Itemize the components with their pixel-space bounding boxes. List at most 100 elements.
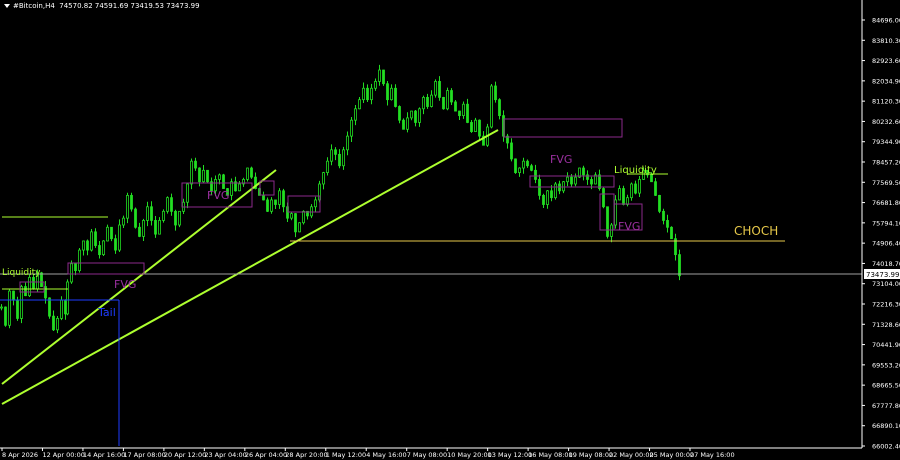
label-choch: CHOCH xyxy=(734,224,778,238)
candle-body xyxy=(322,172,325,185)
candle-body xyxy=(198,167,201,183)
candle-body xyxy=(474,119,477,132)
candle-body xyxy=(102,240,105,256)
trendline-upper xyxy=(1,169,277,385)
candle-body xyxy=(44,286,47,299)
candle-body xyxy=(82,240,85,251)
candle-body xyxy=(562,181,565,192)
drawing-objects: Tail Liquidity FVG FVG FVG FVG Liquidity… xyxy=(0,118,862,446)
candle-body xyxy=(326,160,329,173)
candle-body xyxy=(342,149,345,167)
candle-body xyxy=(270,199,273,212)
candle-body xyxy=(334,149,337,155)
y-tick-label: 71328.60 xyxy=(872,321,900,329)
candle-body xyxy=(606,206,609,237)
candle-body xyxy=(590,179,593,185)
x-tick-label: 13 May 12:00 xyxy=(488,451,533,459)
candle-body xyxy=(626,197,629,205)
candle-body xyxy=(274,199,277,205)
candle-body xyxy=(190,160,193,185)
candle-body xyxy=(202,169,205,183)
candle-body xyxy=(530,165,533,171)
y-tick-label: 75794.10 xyxy=(872,219,900,227)
candle-body xyxy=(510,142,513,160)
candle-body xyxy=(178,210,181,226)
x-tick-label: 28 Apr 20:00 xyxy=(285,451,327,459)
candle-body xyxy=(418,108,421,123)
candle-body xyxy=(522,160,525,169)
x-tick-label: 4 May 16:00 xyxy=(366,451,406,459)
candle-body xyxy=(350,119,353,137)
candle-body xyxy=(374,81,377,89)
candle-body xyxy=(310,206,313,217)
candle-body xyxy=(218,174,221,180)
y-tick-label: 66002.40 xyxy=(872,443,900,451)
candle-body xyxy=(150,206,153,221)
candle-body xyxy=(154,220,157,235)
y-tick-label: 82034.90 xyxy=(872,77,900,85)
candle-body xyxy=(78,249,81,271)
candle-body xyxy=(170,197,173,212)
y-tick-label: 78457.20 xyxy=(872,159,900,167)
dropdown-arrow-icon[interactable] xyxy=(4,4,10,8)
candle-body xyxy=(618,188,621,201)
candle-body xyxy=(146,206,149,221)
candle-body xyxy=(40,272,43,287)
candle-body xyxy=(126,194,129,219)
candle-body xyxy=(398,106,401,121)
candle-body xyxy=(446,90,449,110)
candle-body xyxy=(546,190,549,205)
candle-body xyxy=(48,297,51,317)
y-tick-label: 82923.60 xyxy=(872,57,900,65)
candle-body xyxy=(470,122,473,132)
candle-body xyxy=(20,286,23,319)
fvg-zone-4 xyxy=(259,180,275,196)
x-tick-label: 10 May 20:00 xyxy=(447,451,492,459)
candle-body xyxy=(366,87,369,101)
y-tick-label: 67777.80 xyxy=(872,402,900,410)
candle-body xyxy=(358,99,361,110)
candle-body xyxy=(166,197,169,212)
x-tick-label: 19 May 08:00 xyxy=(569,451,614,459)
candle-body xyxy=(86,240,89,251)
candle-body xyxy=(678,254,681,277)
candle-body xyxy=(4,306,7,326)
candle-body xyxy=(354,108,357,121)
candle-body xyxy=(514,158,517,173)
symbol-label: #Bitcoin,H4 xyxy=(13,2,55,10)
label-fvg-left: FVG xyxy=(114,278,136,291)
candle-body xyxy=(430,94,433,107)
candle-body xyxy=(230,181,233,196)
x-tick-label: 20 Apr 12:00 xyxy=(164,451,206,459)
ohlc-values: 74570.82 74591.69 73419.53 73473.99 xyxy=(59,2,200,10)
candle-body xyxy=(574,176,577,185)
candle-body xyxy=(314,199,317,208)
candle-body xyxy=(174,210,177,226)
y-tick-label: 73104.00 xyxy=(872,280,900,288)
candle-body xyxy=(138,226,141,237)
candle-body xyxy=(206,169,209,183)
y-tick-labels: 84696.00 83810.30 82923.60 82034.90 81120.30… xyxy=(862,17,900,451)
candle-body xyxy=(294,213,297,233)
candle-body xyxy=(414,110,417,123)
candle-body xyxy=(222,174,225,189)
candle-body xyxy=(238,183,241,192)
candle-body xyxy=(534,169,537,180)
candle-body xyxy=(330,149,333,162)
candle-body xyxy=(158,220,161,235)
candle-body xyxy=(542,194,545,205)
candle-body xyxy=(462,103,465,117)
candle-body xyxy=(74,263,77,271)
candle-body xyxy=(450,90,453,103)
y-tick-label: 69553.20 xyxy=(872,361,900,369)
candle-body xyxy=(582,167,585,176)
current-price-label: 73473.99 xyxy=(866,271,899,279)
fvg-zone-6 xyxy=(503,118,623,138)
x-tick-label: 27 May 16:00 xyxy=(690,451,735,459)
label-fvg-mid: FVG xyxy=(207,189,229,202)
candle-body xyxy=(106,226,109,242)
candle-body xyxy=(122,217,125,226)
price-chart[interactable]: Tail Liquidity FVG FVG FVG FVG Liquidity… xyxy=(0,0,900,460)
x-tick-label: 7 May 08:00 xyxy=(407,451,447,459)
chart-header: #Bitcoin,H4 74570.82 74591.69 73419.53 7… xyxy=(4,2,200,10)
